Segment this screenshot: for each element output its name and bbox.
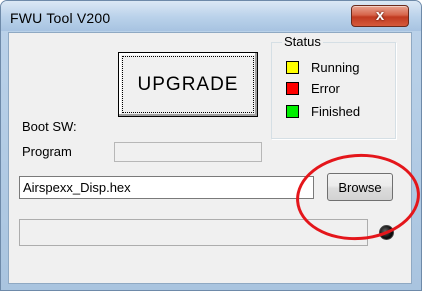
program-field [114,142,262,162]
boot-sw-label: Boot SW: [22,119,77,134]
status-legend: Status [282,34,323,49]
error-label: Error [311,81,340,96]
window-title: FWU Tool V200 [10,10,111,26]
finished-swatch [286,105,299,118]
running-label: Running [311,60,360,75]
title-bar[interactable]: FWU Tool V200 x [1,1,421,31]
close-button[interactable]: x [351,5,409,27]
progress-bar [19,219,368,246]
program-label: Program [22,144,72,159]
finished-label: Finished [311,104,361,119]
running-swatch [286,61,299,74]
close-icon: x [375,7,385,24]
status-groupbox: Status Running Error Finished [271,34,396,139]
status-led-icon [379,225,394,240]
app-window: FWU Tool V200 x UPGRADE Status Running E… [0,0,422,291]
browse-button[interactable]: Browse [327,173,393,201]
error-swatch [286,82,299,95]
upgrade-button[interactable]: UPGRADE [118,52,258,117]
file-path-input[interactable] [19,176,314,199]
